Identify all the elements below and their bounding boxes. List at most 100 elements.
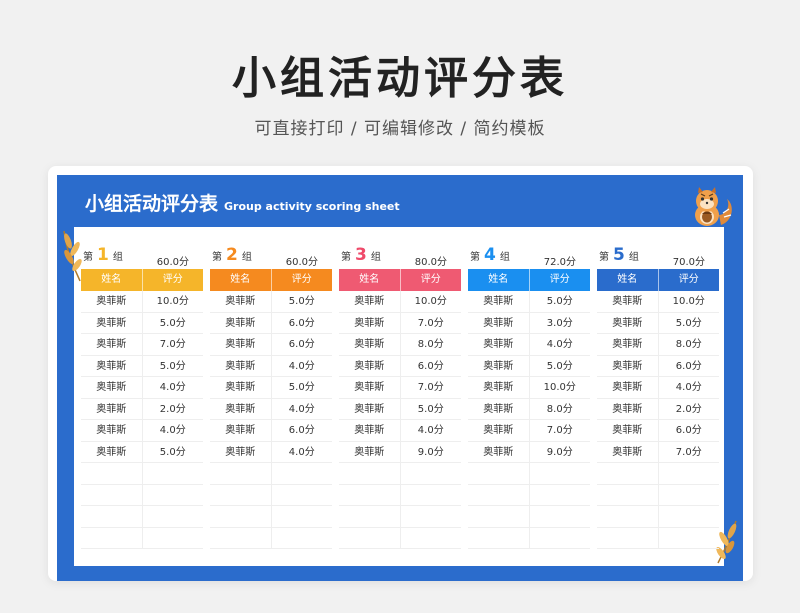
member-name-cell[interactable]: 奥菲斯: [81, 313, 142, 334]
member-score-cell[interactable]: 4.0分: [270, 355, 333, 376]
member-score-cell[interactable]: 5.0分: [270, 377, 333, 398]
member-name-cell[interactable]: 奥菲斯: [468, 377, 529, 398]
member-score-cell[interactable]: [270, 506, 333, 527]
member-score-cell[interactable]: 2.0分: [657, 398, 720, 419]
member-score-cell[interactable]: 8.0分: [528, 398, 591, 419]
member-score-cell[interactable]: 5.0分: [270, 291, 333, 312]
member-score-cell[interactable]: 6.0分: [270, 334, 333, 355]
member-name-cell[interactable]: [210, 506, 271, 527]
member-name-cell[interactable]: 奥菲斯: [81, 420, 142, 441]
member-score-cell[interactable]: 5.0分: [528, 291, 591, 312]
member-name-cell[interactable]: [81, 506, 142, 527]
member-name-cell[interactable]: 奥菲斯: [468, 356, 529, 377]
member-name-cell[interactable]: [468, 463, 529, 484]
member-score-cell[interactable]: 10.0分: [399, 291, 462, 312]
member-score-cell[interactable]: 5.0分: [141, 312, 204, 333]
member-score-cell[interactable]: 3.0分: [528, 312, 591, 333]
member-name-cell[interactable]: [339, 528, 400, 549]
member-name-cell[interactable]: 奥菲斯: [468, 334, 529, 355]
member-name-cell[interactable]: 奥菲斯: [597, 377, 658, 398]
member-name-cell[interactable]: [468, 506, 529, 527]
member-score-cell[interactable]: [270, 463, 333, 484]
member-score-cell[interactable]: [528, 527, 591, 548]
member-name-cell[interactable]: [81, 463, 142, 484]
member-name-cell[interactable]: [339, 506, 400, 527]
member-name-cell[interactable]: 奥菲斯: [468, 442, 529, 463]
member-name-cell[interactable]: [597, 485, 658, 506]
member-name-cell[interactable]: 奥菲斯: [597, 399, 658, 420]
member-name-cell[interactable]: 奥菲斯: [468, 420, 529, 441]
member-score-cell[interactable]: [141, 506, 204, 527]
member-name-cell[interactable]: 奥菲斯: [210, 442, 271, 463]
member-score-cell[interactable]: [528, 506, 591, 527]
member-score-cell[interactable]: [528, 484, 591, 505]
member-name-cell[interactable]: 奥菲斯: [210, 334, 271, 355]
member-score-cell[interactable]: 9.0分: [528, 441, 591, 462]
member-name-cell[interactable]: [210, 485, 271, 506]
member-score-cell[interactable]: 7.0分: [528, 420, 591, 441]
member-score-cell[interactable]: 4.0分: [141, 420, 204, 441]
member-score-cell[interactable]: 5.0分: [141, 355, 204, 376]
member-score-cell[interactable]: 10.0分: [528, 377, 591, 398]
member-score-cell[interactable]: 7.0分: [657, 441, 720, 462]
member-name-cell[interactable]: 奥菲斯: [468, 291, 529, 312]
member-name-cell[interactable]: [468, 528, 529, 549]
member-name-cell[interactable]: [81, 485, 142, 506]
member-score-cell[interactable]: 7.0分: [399, 312, 462, 333]
member-score-cell[interactable]: 4.0分: [141, 377, 204, 398]
member-score-cell[interactable]: [270, 527, 333, 548]
member-score-cell[interactable]: 10.0分: [141, 291, 204, 312]
member-score-cell[interactable]: 4.0分: [270, 398, 333, 419]
member-score-cell[interactable]: 5.0分: [657, 312, 720, 333]
member-name-cell[interactable]: 奥菲斯: [210, 377, 271, 398]
member-name-cell[interactable]: 奥菲斯: [210, 420, 271, 441]
member-score-cell[interactable]: 5.0分: [528, 355, 591, 376]
member-name-cell[interactable]: [339, 485, 400, 506]
member-name-cell[interactable]: 奥菲斯: [597, 442, 658, 463]
member-name-cell[interactable]: 奥菲斯: [81, 377, 142, 398]
member-name-cell[interactable]: 奥菲斯: [339, 356, 400, 377]
member-score-cell[interactable]: [399, 484, 462, 505]
member-name-cell[interactable]: [597, 506, 658, 527]
member-score-cell[interactable]: 6.0分: [399, 355, 462, 376]
member-score-cell[interactable]: [399, 506, 462, 527]
member-name-cell[interactable]: 奥菲斯: [339, 399, 400, 420]
member-score-cell[interactable]: [657, 463, 720, 484]
member-score-cell[interactable]: 4.0分: [399, 420, 462, 441]
member-score-cell[interactable]: 4.0分: [270, 441, 333, 462]
member-score-cell[interactable]: 2.0分: [141, 398, 204, 419]
member-score-cell[interactable]: 8.0分: [657, 334, 720, 355]
member-score-cell[interactable]: 6.0分: [657, 355, 720, 376]
member-score-cell[interactable]: 5.0分: [141, 441, 204, 462]
member-name-cell[interactable]: [597, 528, 658, 549]
member-score-cell[interactable]: [399, 463, 462, 484]
member-score-cell[interactable]: 9.0分: [399, 441, 462, 462]
member-name-cell[interactable]: 奥菲斯: [597, 356, 658, 377]
member-name-cell[interactable]: 奥菲斯: [81, 291, 142, 312]
member-name-cell[interactable]: [210, 528, 271, 549]
member-name-cell[interactable]: [210, 463, 271, 484]
member-score-cell[interactable]: 4.0分: [528, 334, 591, 355]
member-score-cell[interactable]: 6.0分: [657, 420, 720, 441]
member-score-cell[interactable]: [528, 463, 591, 484]
member-name-cell[interactable]: 奥菲斯: [81, 399, 142, 420]
member-name-cell[interactable]: 奥菲斯: [597, 313, 658, 334]
member-name-cell[interactable]: 奥菲斯: [468, 313, 529, 334]
member-score-cell[interactable]: [657, 484, 720, 505]
member-name-cell[interactable]: 奥菲斯: [339, 442, 400, 463]
member-score-cell[interactable]: [657, 527, 720, 548]
member-name-cell[interactable]: 奥菲斯: [81, 334, 142, 355]
member-name-cell[interactable]: 奥菲斯: [210, 291, 271, 312]
member-score-cell[interactable]: [399, 527, 462, 548]
member-score-cell[interactable]: 6.0分: [270, 420, 333, 441]
member-score-cell[interactable]: 7.0分: [141, 334, 204, 355]
member-name-cell[interactable]: 奥菲斯: [597, 420, 658, 441]
member-name-cell[interactable]: 奥菲斯: [210, 399, 271, 420]
member-score-cell[interactable]: [657, 506, 720, 527]
member-score-cell[interactable]: 7.0分: [399, 377, 462, 398]
member-name-cell[interactable]: 奥菲斯: [468, 399, 529, 420]
member-score-cell[interactable]: [270, 484, 333, 505]
member-score-cell[interactable]: [141, 527, 204, 548]
member-name-cell[interactable]: 奥菲斯: [210, 356, 271, 377]
member-name-cell[interactable]: 奥菲斯: [339, 291, 400, 312]
